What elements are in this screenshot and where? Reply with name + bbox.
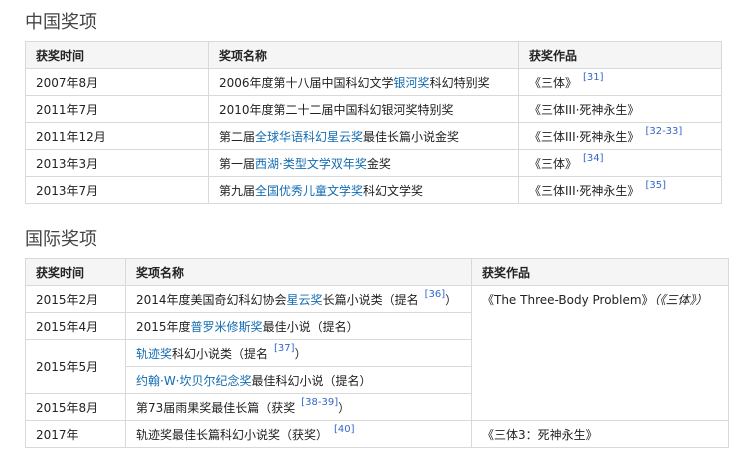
- award-name: 2006年度第十八届中国科幻文学银河奖科幻特别奖: [208, 68, 519, 96]
- award-link[interactable]: 约翰·W·坎贝尔纪念奖: [136, 374, 252, 388]
- work-title: 《三体》: [529, 75, 578, 90]
- header-date: 获奖时间: [25, 41, 209, 69]
- international-awards-table: 获奖时间 奖项名称 获奖作品 2015年2月 2014年度美国奇幻科幻协会星云奖长…: [25, 258, 729, 448]
- award-text: 第73届雨果奖最佳长篇（获奖: [136, 400, 296, 415]
- header-work: 获奖作品: [471, 258, 729, 286]
- award-link[interactable]: 西湖·类型文学双年奖: [255, 157, 367, 171]
- citation-link[interactable]: [34]: [583, 153, 604, 164]
- award-date: 2007年8月: [25, 68, 209, 96]
- citation-link[interactable]: [36]: [425, 289, 446, 300]
- award-text: 第一届: [219, 156, 256, 171]
- award-link[interactable]: 轨迹奖: [136, 347, 172, 361]
- award-date: 2013年3月: [25, 149, 209, 177]
- award-text: 长篇小说类（提名: [322, 292, 419, 307]
- award-text: 科幻文学奖: [363, 183, 424, 198]
- award-work: 《三体3：死神永生》: [471, 420, 729, 448]
- award-date: 2013年7月: [25, 176, 209, 204]
- award-link[interactable]: 全国优秀儿童文学奖: [255, 184, 363, 198]
- table-row: 2007年8月 2006年度第十八届中国科幻文学银河奖科幻特别奖 《三体》 [31]: [25, 68, 722, 96]
- award-text: ）: [445, 292, 458, 307]
- work-title: 《三体III·死神永生》: [529, 102, 640, 117]
- domestic-awards-table: 获奖时间 奖项名称 获奖作品 2007年8月 2006年度第十八届中国科幻文学银河…: [25, 41, 722, 204]
- award-name: 轨迹奖科幻小说类（提名 [37]）: [125, 339, 472, 367]
- award-work: 《三体III·死神永生》 [32-33]: [518, 122, 722, 150]
- citation-link[interactable]: [37]: [274, 343, 295, 354]
- award-text: 最佳小说（提名）: [262, 319, 359, 334]
- work-title: 《三体III·死神永生》: [529, 183, 640, 198]
- award-name: 轨迹奖最佳长篇科幻小说奖（获奖） [40]: [125, 420, 472, 448]
- work-title: 《三体III·死神永生》: [529, 129, 640, 144]
- citation-link[interactable]: [38-39]: [301, 397, 338, 408]
- header-work: 获奖作品: [518, 41, 722, 69]
- award-work: 《三体》 [34]: [518, 149, 722, 177]
- citation-link[interactable]: [35]: [645, 180, 666, 191]
- award-link[interactable]: 星云奖: [287, 293, 323, 307]
- work-title-italic: （《三体》）: [653, 293, 708, 307]
- award-text: ）: [338, 400, 351, 415]
- award-text: 轨迹奖最佳长篇科幻小说奖（获奖）: [136, 427, 329, 442]
- table-row: 2015年2月 2014年度美国奇幻科幻协会星云奖长篇小说类（提名 [36]） 《Th…: [25, 285, 729, 421]
- award-text: 2015年度: [136, 319, 191, 334]
- award-text: 2006年度第十八届中国科幻文学: [219, 75, 394, 90]
- award-date: 2017年: [25, 420, 126, 448]
- award-text: 最佳长篇小说金奖: [363, 129, 460, 144]
- header-award: 奖项名称: [208, 41, 519, 69]
- award-text: 2010年度第二十二届中国科幻银河奖特别奖: [219, 102, 454, 117]
- award-name: 约翰·W·坎贝尔纪念奖最佳科幻小说（提名）: [125, 366, 472, 394]
- award-date: 2015年8月: [25, 393, 126, 421]
- award-work: 《三体III·死神永生》: [518, 95, 722, 123]
- table-row: 2011年12月 第二届全球华语科幻星云奖最佳长篇小说金奖 《三体III·死神永生》…: [25, 122, 722, 150]
- award-work: 《The Three-Body Problem》（《三体》）: [471, 285, 729, 421]
- award-name: 第一届西湖·类型文学双年奖金奖: [208, 149, 519, 177]
- award-date: 2015年4月: [25, 312, 126, 340]
- table-row: 2011年7月 2010年度第二十二届中国科幻银河奖特别奖 《三体III·死神永生》: [25, 95, 722, 123]
- table-header-row: 获奖时间 奖项名称 获奖作品: [25, 41, 722, 69]
- award-name: 第二届全球华语科幻星云奖最佳长篇小说金奖: [208, 122, 519, 150]
- award-text: 金奖: [366, 156, 391, 171]
- award-date: 2015年5月: [25, 339, 126, 394]
- award-date: 2011年12月: [25, 122, 209, 150]
- award-text: 第九届: [219, 183, 256, 198]
- citation-link[interactable]: [31]: [583, 72, 604, 83]
- work-title: 《三体》: [529, 156, 578, 171]
- header-award: 奖项名称: [125, 258, 472, 286]
- award-link[interactable]: 全球华语科幻星云奖: [255, 130, 363, 144]
- award-date: 2015年2月: [25, 285, 126, 313]
- section-title-domestic: 中国奖项: [25, 12, 97, 33]
- award-name: 2015年度普罗米修斯奖最佳小说（提名）: [125, 312, 472, 340]
- award-work: 《三体》 [31]: [518, 68, 722, 96]
- award-text: 科幻小说类（提名: [172, 346, 269, 361]
- award-text: 第二届: [219, 129, 256, 144]
- award-text: 科幻特别奖: [429, 75, 490, 90]
- section-title-international: 国际奖项: [25, 229, 97, 250]
- award-name: 2014年度美国奇幻科幻协会星云奖长篇小说类（提名 [36]）: [125, 285, 472, 313]
- award-link[interactable]: 银河奖: [394, 76, 430, 90]
- header-date: 获奖时间: [25, 258, 126, 286]
- award-name: 第九届全国优秀儿童文学奖科幻文学奖: [208, 176, 519, 204]
- award-text: ）: [294, 346, 307, 361]
- award-work: 《三体III·死神永生》 [35]: [518, 176, 722, 204]
- citation-link[interactable]: [40]: [334, 424, 355, 435]
- award-name: 2010年度第二十二届中国科幻银河奖特别奖: [208, 95, 519, 123]
- table-row: 2013年3月 第一届西湖·类型文学双年奖金奖 《三体》 [34]: [25, 149, 722, 177]
- award-text: 最佳科幻小说（提名）: [251, 373, 372, 388]
- work-title: 《The Three-Body Problem》: [482, 293, 654, 307]
- table-header-row: 获奖时间 奖项名称 获奖作品: [25, 258, 729, 286]
- award-name: 第73届雨果奖最佳长篇（获奖 [38-39]）: [125, 393, 472, 421]
- citation-link[interactable]: [32-33]: [645, 126, 682, 137]
- award-date: 2011年7月: [25, 95, 209, 123]
- award-text: 2014年度美国奇幻科幻协会: [136, 292, 287, 307]
- table-row: 2017年 轨迹奖最佳长篇科幻小说奖（获奖） [40] 《三体3：死神永生》: [25, 420, 729, 448]
- table-row: 2013年7月 第九届全国优秀儿童文学奖科幻文学奖 《三体III·死神永生》 [35]: [25, 176, 722, 204]
- award-link[interactable]: 普罗米修斯奖: [191, 320, 263, 334]
